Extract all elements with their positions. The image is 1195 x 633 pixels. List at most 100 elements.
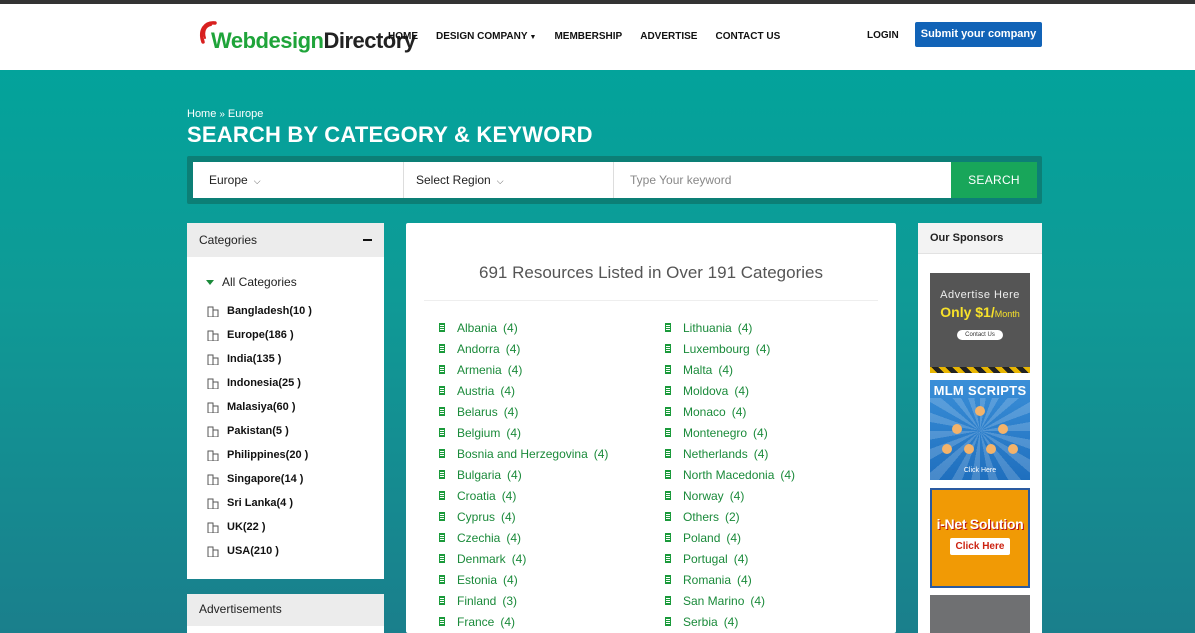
country-link[interactable]: Croatia (4) (439, 485, 608, 506)
breadcrumb-home[interactable]: Home (187, 108, 216, 120)
country-link[interactable]: Poland (4) (665, 527, 795, 548)
country-link[interactable]: Luxembourg (4) (665, 338, 795, 359)
category-item[interactable]: Europe(186 ) (207, 323, 384, 347)
country-link[interactable]: North Macedonia (4) (665, 464, 795, 485)
country-count: (4) (501, 488, 517, 503)
category-item[interactable]: Sri Lanka(4 ) (207, 491, 384, 515)
country-count: (4) (593, 446, 609, 461)
country-link[interactable]: Austria (4) (439, 380, 608, 401)
country-name: Czechia (457, 530, 501, 545)
country-name: Monaco (683, 404, 726, 419)
country-link[interactable]: Norway (4) (665, 485, 795, 506)
ad-contact-button[interactable]: Contact Us (957, 330, 1003, 340)
sponsor-ad-placeholder[interactable] (930, 595, 1030, 633)
logo-text: WebdesignDirectory (211, 28, 416, 54)
login-link[interactable]: LOGIN (867, 30, 899, 41)
ad-line1: Advertise Here (940, 289, 1020, 301)
document-icon (665, 554, 671, 563)
ad-click-button[interactable]: Click Here (949, 538, 1011, 555)
category-item[interactable]: Bangladesh(10 ) (207, 299, 384, 323)
region-select[interactable]: Select Region ⌵ (404, 162, 614, 198)
document-icon (665, 365, 671, 374)
country-count: (4) (729, 488, 745, 503)
sponsor-ad-mlm-scripts[interactable]: MLM SCRIPTS Click Here (930, 380, 1030, 480)
chevron-down-icon: ⌵ (496, 176, 504, 186)
hazard-stripe (930, 367, 1030, 373)
logo-part1: Webdesign (211, 28, 324, 53)
categories-header[interactable]: Categories (187, 223, 384, 257)
search-button[interactable]: SEARCH (951, 162, 1037, 198)
country-link[interactable]: Andorra (4) (439, 338, 608, 359)
breadcrumb-current: Europe (227, 108, 264, 120)
country-link[interactable]: Estonia (4) (439, 569, 608, 590)
country-link[interactable]: Malta (4) (665, 359, 795, 380)
country-link[interactable]: Lithuania (4) (665, 317, 795, 338)
category-item[interactable]: Malasiya(60 ) (207, 395, 384, 419)
category-select-value: Europe (209, 173, 248, 187)
ad-cta: Click Here (963, 467, 997, 474)
sponsor-ad-advertise-here[interactable]: Advertise Here Only $1/Month Contact Us (930, 273, 1030, 373)
keyword-input[interactable] (614, 162, 951, 198)
category-label: Bangladesh(10 ) (227, 305, 312, 317)
country-link[interactable]: Denmark (4) (439, 548, 608, 569)
country-link[interactable]: Albania (4) (439, 317, 608, 338)
building-icon (207, 378, 219, 389)
category-label: USA(210 ) (227, 545, 279, 557)
country-link[interactable]: Monaco (4) (665, 401, 795, 422)
country-count: (4) (726, 530, 742, 545)
document-icon (665, 344, 671, 353)
building-icon (207, 474, 219, 485)
country-count: (4) (500, 614, 516, 629)
nav-membership[interactable]: MEMBERSHIP (554, 31, 622, 42)
country-link[interactable]: Portugal (4) (665, 548, 795, 569)
person-icon (1008, 444, 1018, 454)
country-count: (4) (501, 509, 516, 524)
country-link[interactable]: Czechia (4) (439, 527, 608, 548)
ad-title: i-Net Solution (936, 516, 1024, 532)
sponsors-panel: Our Sponsors Advertise Here Only $1/Mont… (918, 223, 1042, 633)
country-count: (4) (503, 320, 518, 335)
country-link[interactable]: Cyprus (4) (439, 506, 608, 527)
category-item[interactable]: Pakistan(5 ) (207, 419, 384, 443)
country-name: Andorra (457, 341, 500, 356)
categories-panel: Categories All Categories Bangladesh(10 … (187, 223, 384, 579)
country-link[interactable]: Netherlands (4) (665, 443, 795, 464)
category-label: Europe(186 ) (227, 329, 294, 341)
country-link[interactable]: Romania (4) (665, 569, 795, 590)
category-item[interactable]: Philippines(20 ) (207, 443, 384, 467)
country-link[interactable]: Serbia (4) (665, 611, 795, 632)
category-item[interactable]: UK(22 ) (207, 515, 384, 539)
country-link[interactable]: Moldova (4) (665, 380, 795, 401)
country-link[interactable]: San Marino (4) (665, 590, 795, 611)
country-link[interactable]: Bulgaria (4) (439, 464, 608, 485)
site-logo[interactable]: WebdesignDirectory (197, 18, 416, 58)
category-item[interactable]: Singapore(14 ) (207, 467, 384, 491)
country-link[interactable]: France (4) (439, 611, 608, 632)
country-link[interactable]: Belarus (4) (439, 401, 608, 422)
country-link[interactable]: Belgium (4) (439, 422, 608, 443)
nav-home[interactable]: HOME (388, 31, 418, 42)
country-count: (4) (731, 404, 747, 419)
country-link[interactable]: Montenegro (4) (665, 422, 795, 443)
person-icon (942, 444, 952, 454)
category-item[interactable]: Indonesia(25 ) (207, 371, 384, 395)
nav-design-company[interactable]: DESIGN COMPANY ▼ (436, 31, 536, 42)
category-label: Pakistan(5 ) (227, 425, 289, 437)
nav-contact-us[interactable]: CONTACT US (715, 31, 780, 42)
sponsor-ad-inet-solution[interactable]: i-Net Solution Click Here (930, 488, 1030, 588)
document-icon (665, 533, 671, 542)
all-categories[interactable]: All Categories (206, 275, 384, 289)
country-link[interactable]: Finland (3) (439, 590, 608, 611)
category-select[interactable]: Europe ⌵ (193, 162, 404, 198)
country-link[interactable]: Others (2) (665, 506, 795, 527)
nav-advertise[interactable]: ADVERTISE (640, 31, 697, 42)
country-link[interactable]: Bosnia and Herzegovina (4) (439, 443, 608, 464)
country-name: Croatia (457, 488, 496, 503)
submit-company-button[interactable]: Submit your company (915, 22, 1042, 47)
country-link[interactable]: Armenia (4) (439, 359, 608, 380)
country-list-left: Albania (4) Andorra (4) Armenia (4) Austria… (439, 317, 608, 632)
collapse-icon[interactable] (363, 239, 372, 241)
category-item[interactable]: USA(210 ) (207, 539, 384, 563)
country-count: (4) (755, 341, 771, 356)
category-item[interactable]: India(135 ) (207, 347, 384, 371)
